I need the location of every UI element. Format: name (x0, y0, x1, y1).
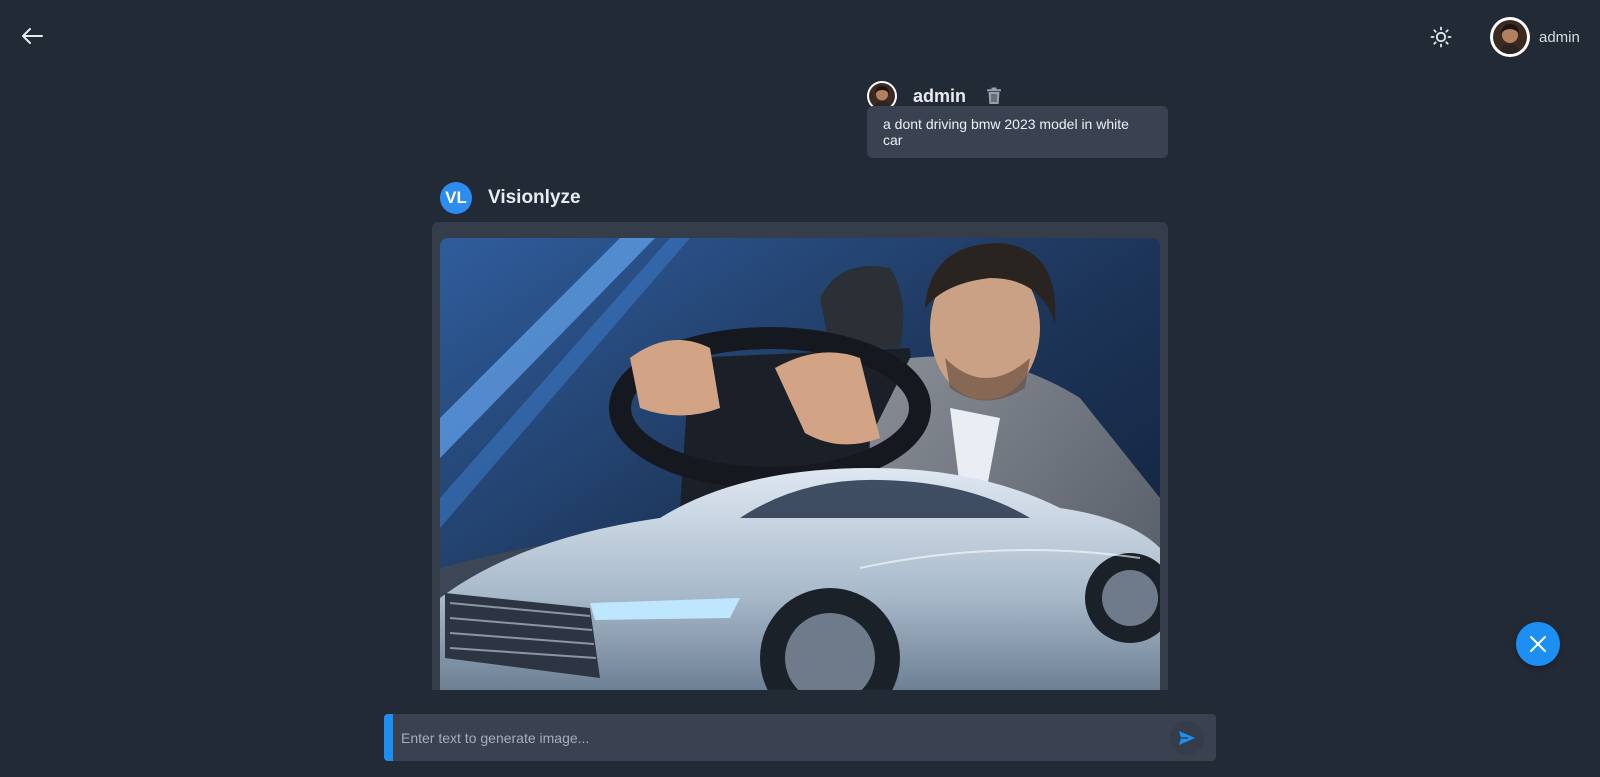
prompt-bar (384, 714, 1216, 761)
bot-avatar: VL (440, 182, 472, 214)
trash-icon (987, 87, 1002, 104)
bot-message-card (432, 222, 1168, 690)
user-message-text: a dont driving bmw 2023 model in white c… (883, 116, 1129, 148)
bot-message-author: Visionlyze (488, 187, 581, 208)
send-icon (1179, 730, 1195, 745)
close-icon (1530, 636, 1546, 652)
close-button[interactable] (1516, 622, 1560, 666)
user-message-author: admin (913, 85, 967, 106)
prompt-input[interactable] (393, 714, 1170, 761)
bot-message-header: VL Visionlyze (440, 182, 581, 214)
send-button[interactable] (1170, 720, 1204, 755)
delete-message-button[interactable] (984, 86, 1004, 106)
generated-image[interactable] (440, 238, 1160, 690)
app-root: admin admin a dont driving bmw 2023 mode… (0, 0, 1600, 777)
chat-area: admin a dont driving bmw 2023 model in w… (0, 0, 1600, 690)
user-message-bubble: a dont driving bmw 2023 model in white c… (867, 106, 1168, 158)
